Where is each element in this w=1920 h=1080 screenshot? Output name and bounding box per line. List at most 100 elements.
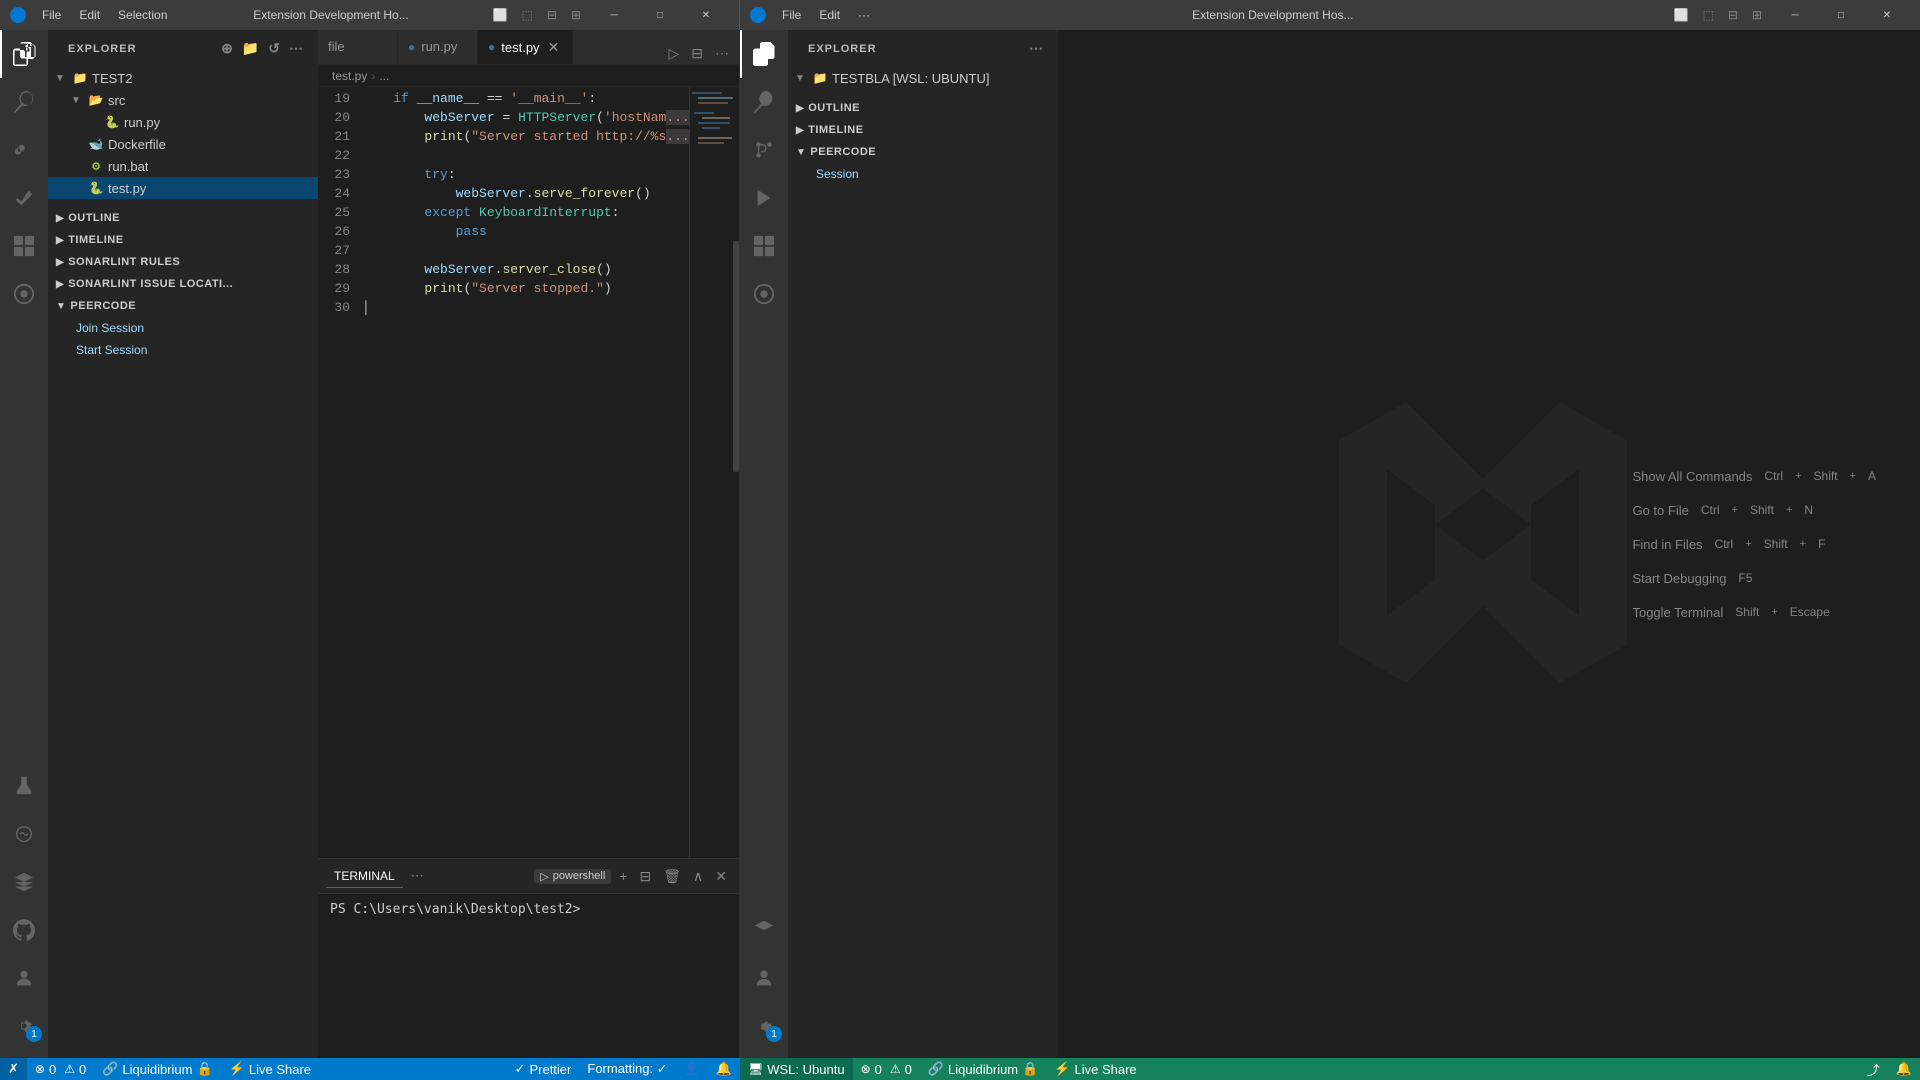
terminal-expand-btn[interactable]: ∧ [689, 866, 707, 887]
status-bell-right[interactable]: 🔔 [1888, 1058, 1920, 1080]
layout-icon-3[interactable]: ⊟ [543, 8, 561, 22]
tab-run-py[interactable]: ● run.py [398, 30, 478, 64]
timeline-section-right[interactable]: ▶ TIMELINE [788, 119, 1058, 141]
tree-file-run-bat[interactable]: ⚙ run.bat [48, 155, 318, 177]
run-btn[interactable]: ▷ [664, 43, 683, 64]
actbar-liveshare-right[interactable] [740, 906, 788, 954]
actbar-git-left[interactable] [0, 126, 48, 174]
plus-7: + [1771, 606, 1777, 618]
tab-test-py-close[interactable]: ✕ [546, 39, 562, 55]
tree-root-test2[interactable]: ▼ 📁 TEST2 [48, 67, 318, 89]
tab-file[interactable]: file [318, 30, 398, 64]
actbar-account-left[interactable] [0, 954, 48, 1002]
layout-icon-r1[interactable]: ⬜ [1670, 8, 1693, 22]
status-remote-indicator-left[interactable]: ✗ [0, 1058, 27, 1080]
peercode-section-right[interactable]: ▼ PEERCODE [788, 141, 1058, 163]
tree-file-run-py[interactable]: 🐍 run.py [48, 111, 318, 133]
explorer-refresh-btn[interactable]: ↺ [266, 38, 283, 59]
menu-more-right[interactable]: ··· [852, 6, 876, 24]
layout-icon-1[interactable]: ⬜ [489, 8, 512, 22]
terminal-split-btn[interactable]: ⊟ [636, 866, 656, 887]
maximize-btn-left[interactable]: □ [637, 0, 683, 30]
tab-test-py[interactable]: ● test.py ✕ [478, 30, 573, 64]
menu-file-right[interactable]: File [776, 6, 807, 24]
peercode-join-session[interactable]: Join Session [48, 317, 318, 339]
sonarlint-rules-section[interactable]: ▶ SONARLINT RULES [48, 251, 318, 273]
terminal-content-left[interactable]: PS C:\Users\vanik\Desktop\test2> [318, 894, 739, 1058]
menu-file-left[interactable]: File [36, 6, 67, 24]
peercode-section-left[interactable]: ▼ PEERCODE [48, 295, 318, 317]
status-errors-left[interactable]: ⊗ 0 ⚠ 0 [27, 1058, 94, 1080]
actbar-settings-left[interactable]: 1 [0, 1002, 48, 1050]
explorer-new-file-btn[interactable]: ⊕ [219, 38, 236, 59]
actbar-extensions-left[interactable] [0, 222, 48, 270]
status-liquidibrium-right[interactable]: 🔗 Liquidibrium 🔒 [920, 1058, 1046, 1080]
actbar-explorer-left[interactable] [0, 30, 48, 78]
menu-selection-left[interactable]: Selection [112, 6, 173, 24]
actbar-debug-left[interactable] [0, 174, 48, 222]
terminal-tab-label[interactable]: TERMINAL [326, 865, 403, 888]
menu-edit-right[interactable]: Edit [813, 6, 846, 24]
minimize-btn-right[interactable]: ─ [1772, 0, 1818, 30]
menu-edit-left[interactable]: Edit [73, 6, 106, 24]
status-account-left[interactable]: 👤 [676, 1058, 708, 1080]
actbar-settings-right[interactable]: 1 [740, 1002, 788, 1050]
code-editor-left[interactable]: 19 20 21 22 23 24 25 26 27 28 29 30 if _… [318, 87, 739, 858]
status-liveshare-right[interactable]: ⚡ Live Share [1046, 1058, 1144, 1080]
status-bell-left[interactable]: 🔔 [708, 1058, 740, 1080]
outline-section-right[interactable]: ▶ OUTLINE [788, 97, 1058, 119]
minimize-btn-left[interactable]: ─ [591, 0, 637, 30]
actbar-liveshare-left[interactable] [0, 858, 48, 906]
timeline-section-left[interactable]: ▶ TIMELINE [48, 229, 318, 251]
shortcut-label-4: Start Debugging [1632, 571, 1726, 586]
tree-root-testbla[interactable]: ▼ 📁 TESTBLA [WSL: UBUNTU] [788, 67, 1058, 89]
close-btn-right[interactable]: ✕ [1864, 0, 1910, 30]
layout-icon-r2[interactable]: ⬚ [1699, 8, 1718, 22]
outline-section-left[interactable]: ▶ OUTLINE [48, 207, 318, 229]
left-title-bar: File Edit Selection Extension Developmen… [0, 0, 740, 30]
tree-file-dockerfile[interactable]: 🐋 Dockerfile [48, 133, 318, 155]
layout-icon-2[interactable]: ⬚ [518, 8, 537, 22]
status-wsl-indicator[interactable]: 🖥 WSL: Ubuntu [740, 1058, 853, 1080]
peercode-session-right[interactable]: Session [788, 163, 1058, 185]
terminal-tab-bar-left: TERMINAL ⋯ ▷ powershell + ⊟ 🗑 ∧ ✕ [318, 859, 739, 894]
actbar-flask-left[interactable] [0, 762, 48, 810]
explorer-more-right[interactable]: ⋯ [1027, 38, 1046, 59]
actbar-explorer-right[interactable] [740, 30, 788, 78]
actbar-search-left[interactable] [0, 78, 48, 126]
actbar-account-right[interactable] [740, 954, 788, 1002]
status-formatting-left[interactable]: Formatting: ✓ [579, 1058, 675, 1080]
terminal-tab-more[interactable]: ⋯ [411, 868, 424, 884]
close-btn-left[interactable]: ✕ [683, 0, 729, 30]
split-editor-btn[interactable]: ⊟ [687, 43, 707, 64]
actbar-debug-right[interactable] [740, 174, 788, 222]
terminal-shell-indicator[interactable]: ▷ powershell [534, 869, 611, 884]
status-forward-right[interactable]: ⤴ [1859, 1058, 1888, 1080]
terminal-add-btn[interactable]: + [615, 866, 631, 886]
terminal-close-btn[interactable]: ✕ [711, 866, 731, 887]
actbar-extensions-right[interactable] [740, 222, 788, 270]
actbar-search-right[interactable] [740, 78, 788, 126]
tab-more-btn[interactable]: ⋯ [711, 43, 733, 64]
peercode-start-session[interactable]: Start Session [48, 339, 318, 361]
sonarlint-issue-section[interactable]: ▶ SONARLINT ISSUE LOCATI... [48, 273, 318, 295]
tree-file-test-py[interactable]: 🐍 test.py [48, 177, 318, 199]
actbar-remote-left[interactable] [0, 270, 48, 318]
status-prettier-left[interactable]: ✓ Prettier [507, 1058, 580, 1080]
code-content-left[interactable]: if __name__ == '__main__': webServer = H… [358, 87, 689, 858]
terminal-trash-btn[interactable]: 🗑 [659, 866, 685, 887]
actbar-remote-right[interactable] [740, 270, 788, 318]
actbar-git-right[interactable] [740, 126, 788, 174]
layout-icon-r4[interactable]: ⊞ [1748, 8, 1766, 22]
explorer-collapse-btn[interactable]: ⋯ [287, 38, 306, 59]
layout-icon-r3[interactable]: ⊟ [1724, 8, 1742, 22]
explorer-new-folder-btn[interactable]: 📁 [240, 38, 262, 59]
status-liquidibrium-left[interactable]: 🔗 Liquidibrium 🔒 [94, 1058, 220, 1080]
layout-icon-4[interactable]: ⊞ [567, 8, 585, 22]
status-liveshare-left[interactable]: ⚡ Live Share [221, 1058, 319, 1080]
tree-folder-src[interactable]: ▼ 📂 src [48, 89, 318, 111]
status-errors-right[interactable]: ⊗ 0 ⚠ 0 [853, 1058, 920, 1080]
actbar-github-left[interactable] [0, 906, 48, 954]
maximize-btn-right[interactable]: □ [1818, 0, 1864, 30]
actbar-paw-left[interactable] [0, 810, 48, 858]
